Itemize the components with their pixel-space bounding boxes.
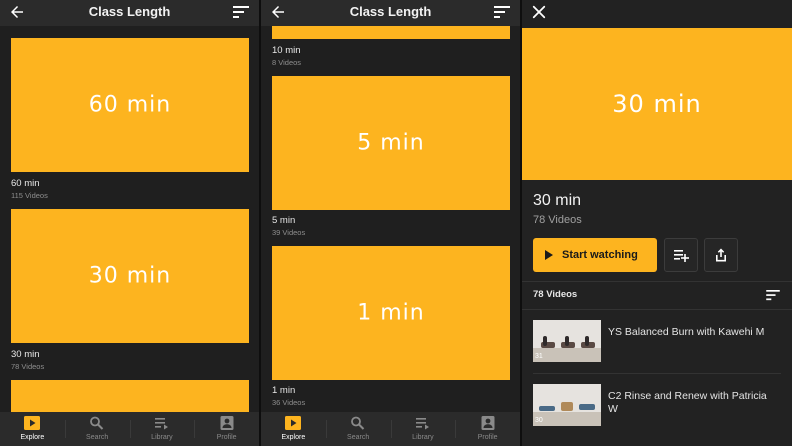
tab-label: Profile: [477, 434, 498, 441]
tab-profile[interactable]: Profile: [455, 412, 520, 446]
app-bar: Class Length: [0, 0, 259, 26]
class-length-tile-5[interactable]: 5 min: [272, 76, 510, 210]
playlist-add-icon: [674, 250, 689, 262]
thumbnail-number: 31: [535, 353, 543, 360]
start-watching-label: Start watching: [562, 249, 638, 261]
class-length-tile-1[interactable]: 1 min: [272, 246, 510, 380]
add-to-playlist-button[interactable]: [664, 238, 698, 272]
class-length-tile-60[interactable]: 60 min: [11, 38, 249, 172]
play-square-icon: [285, 416, 302, 430]
tab-label: Explore: [20, 434, 45, 441]
tab-explore[interactable]: Explore: [0, 412, 65, 446]
class-length-tile-30[interactable]: 30 min: [11, 209, 249, 343]
tab-label: Explore: [281, 434, 306, 441]
video-list-item[interactable]: 30 C2 Rinse and Renew with Patricia W: [533, 384, 781, 428]
app-bar: Class Length: [261, 0, 520, 26]
person-icon: [220, 416, 234, 430]
tab-library[interactable]: Library: [129, 412, 195, 446]
search-icon: [90, 416, 104, 430]
tile-title: 30 min: [11, 349, 40, 360]
tab-search[interactable]: Search: [64, 412, 130, 446]
person-icon: [481, 416, 495, 430]
close-icon[interactable]: [530, 3, 548, 21]
video-list-header: 78 Videos: [533, 289, 578, 300]
share-icon: [716, 248, 726, 262]
video-title: C2 Rinse and Renew with Patricia W: [608, 390, 767, 415]
playlist-icon: [154, 418, 168, 430]
video-thumbnail: 31: [533, 320, 601, 362]
section-divider: [522, 281, 792, 282]
playlist-icon: [415, 418, 429, 430]
sort-icon[interactable]: [233, 5, 249, 19]
detail-top-bar: [522, 0, 792, 28]
thumbnail-number: 30: [535, 417, 543, 424]
tile-title: 60 min: [11, 178, 40, 189]
tile-label: 60 min: [88, 92, 172, 118]
tab-search[interactable]: Search: [325, 412, 391, 446]
video-title: YS Balanced Burn with Kawehi M: [608, 326, 765, 338]
tile-label: 5 min: [357, 130, 425, 156]
search-icon: [351, 416, 365, 430]
collection-title: 30 min: [533, 192, 582, 209]
tab-profile[interactable]: Profile: [194, 412, 259, 446]
tab-label: Search: [347, 434, 370, 441]
tab-label: Search: [86, 434, 109, 441]
page-title: Class Length: [88, 4, 171, 19]
tab-library[interactable]: Library: [390, 412, 456, 446]
tab-explore[interactable]: Explore: [261, 412, 326, 446]
hero-banner: 30 min: [522, 28, 792, 180]
class-length-detail-screen: 30 min 30 min 78 Videos Start watching 7…: [522, 0, 792, 446]
video-thumbnail: 30: [533, 384, 601, 426]
class-length-screen-left: Class Length 60 min 60 min 115 Videos 30…: [0, 0, 259, 446]
tile-video-count: 78 Videos: [11, 362, 45, 371]
tile-title: 5 min: [272, 215, 296, 226]
video-list-item[interactable]: 31 YS Balanced Burn with Kawehi M: [533, 320, 781, 364]
page-title: Class Length: [349, 4, 432, 19]
tile-title: 10 min: [272, 45, 301, 56]
tab-label: Profile: [216, 434, 237, 441]
tile-label: 1 min: [357, 300, 425, 326]
tile-video-count: 36 Videos: [272, 398, 306, 407]
tab-label: Library: [412, 434, 434, 441]
class-length-screen-middle: 10 min 8 Videos 5 min 5 min 39 Videos 1 …: [261, 0, 520, 446]
collection-video-count: 78 Videos: [533, 214, 582, 226]
start-watching-button[interactable]: Start watching: [533, 238, 657, 272]
hero-label: 30 min: [612, 90, 702, 118]
sort-icon[interactable]: [766, 290, 780, 301]
bottom-tab-bar: Explore Search Library Profile: [0, 412, 259, 446]
share-button[interactable]: [704, 238, 738, 272]
sort-icon[interactable]: [494, 5, 510, 19]
section-divider: [522, 309, 792, 310]
tile-video-count: 39 Videos: [272, 228, 306, 237]
tile-label: 30 min: [88, 263, 172, 289]
tile-title: 1 min: [272, 385, 296, 396]
tile-video-count: 8 Videos: [272, 58, 302, 67]
tab-label: Library: [151, 434, 173, 441]
play-square-icon: [24, 416, 41, 430]
play-icon: [545, 250, 553, 260]
tile-video-count: 115 Videos: [11, 191, 48, 200]
bottom-tab-bar: Explore Search Library Profile: [261, 412, 520, 446]
list-separator: [533, 373, 781, 374]
